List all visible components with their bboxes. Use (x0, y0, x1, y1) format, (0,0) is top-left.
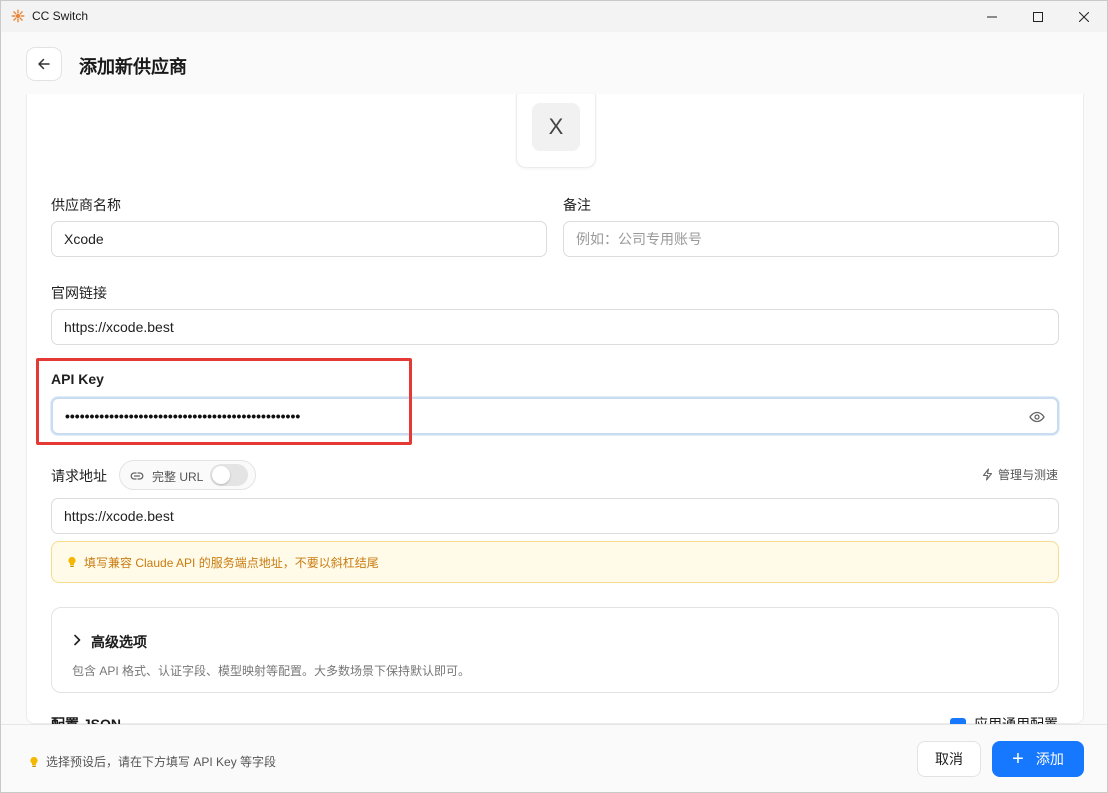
provider-icon-letter: X (532, 102, 580, 151)
website-label: 官网链接 (51, 285, 107, 301)
endpoint-hint-text: 填写兼容 Claude API 的服务端点地址，不要以斜杠结尾 (84, 555, 379, 570)
full-url-switch[interactable] (210, 464, 248, 486)
lightbulb-icon (30, 756, 38, 767)
common-config-option[interactable]: 应用通用配置 (950, 715, 1058, 724)
notes-label: 备注 (563, 197, 591, 213)
manage-speedtest-link[interactable]: 管理与测速 (981, 466, 1058, 483)
website-input[interactable]: https://xcode.best (51, 309, 1059, 345)
advanced-options-description: 包含 API 格式、认证字段、模型映射等配置。大多数场景下保持默认即可。 (72, 664, 471, 678)
minimize-button[interactable] (969, 1, 1015, 32)
lightning-icon (982, 468, 993, 481)
app-logo-icon (11, 9, 25, 23)
page-title: 添加新供应商 (79, 57, 187, 77)
chevron-right-icon (74, 634, 81, 646)
arrow-left-icon (38, 58, 50, 70)
common-config-label: 应用通用配置 (974, 716, 1058, 724)
page-header: 添加新供应商 (1, 32, 1107, 94)
api-key-input[interactable]: ••••••••••••••••••••••••••••••••••••••••… (51, 397, 1059, 435)
api-key-label: API Key (51, 371, 104, 387)
close-icon (1079, 11, 1089, 22)
endpoint-url-input[interactable]: https://xcode.best (51, 498, 1059, 534)
link-icon (130, 472, 144, 480)
endpoint-hint: 填写兼容 Claude API 的服务端点地址，不要以斜杠结尾 (51, 541, 1059, 583)
window-title: CC Switch (32, 9, 89, 23)
endpoint-label: 请求地址 (51, 468, 107, 484)
full-url-toggle[interactable]: 完整 URL (119, 460, 256, 490)
switch-knob (212, 466, 230, 484)
footer-hint: 选择预设后，请在下方填写 API Key 等字段 (28, 753, 276, 770)
cancel-button[interactable]: 取消 (917, 741, 981, 777)
plus-icon: + (1012, 748, 1024, 770)
maximize-button[interactable] (1015, 1, 1061, 32)
add-button[interactable]: + 添加 (992, 741, 1084, 777)
close-button[interactable] (1061, 1, 1107, 32)
name-label: 供应商名称 (51, 197, 121, 213)
app-window: CC Switch 添加新供应商 X 供应商名称 Xcode 备注 例如：公司专… (0, 0, 1108, 793)
manage-speedtest-label: 管理与测速 (998, 468, 1059, 482)
maximize-icon (1033, 11, 1043, 22)
api-key-masked-value: ••••••••••••••••••••••••••••••••••••••••… (65, 408, 301, 424)
notes-input[interactable]: 例如：公司专用账号 (563, 221, 1059, 257)
eye-icon[interactable] (1029, 409, 1045, 425)
config-json-label: 配置 JSON (51, 716, 122, 724)
footer-hint-text: 选择预设后，请在下方填写 API Key 等字段 (46, 755, 277, 769)
provider-name-input[interactable]: Xcode (51, 221, 547, 257)
provider-icon-picker[interactable]: X (516, 94, 596, 168)
lightbulb-icon (68, 556, 76, 567)
add-button-label: 添加 (1035, 751, 1064, 767)
advanced-options-section[interactable]: 高级选项 包含 API 格式、认证字段、模型映射等配置。大多数场景下保持默认即可… (51, 607, 1059, 693)
full-url-label: 完整 URL (152, 470, 204, 484)
title-bar: CC Switch (1, 1, 1107, 32)
minimize-icon (987, 16, 997, 17)
back-button[interactable] (26, 47, 62, 81)
advanced-options-title: 高级选项 (91, 634, 147, 650)
footer-bar: 选择预设后，请在下方填写 API Key 等字段 取消 + 添加 (1, 724, 1107, 792)
